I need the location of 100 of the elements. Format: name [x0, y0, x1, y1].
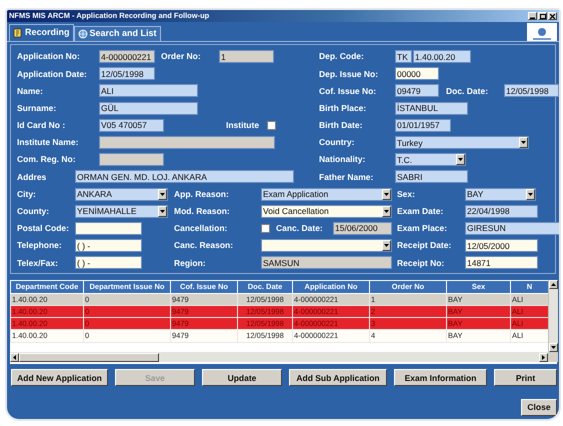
- input-field[interactable]: ( ) -: [75, 256, 142, 270]
- input-field[interactable]: 4-000000221: [99, 50, 155, 64]
- dropdown-arrow-icon: [521, 141, 526, 144]
- minimize-button[interactable]: [528, 12, 537, 20]
- field-label: Doc. Date:: [446, 86, 490, 96]
- field-label: Birth Place:: [319, 104, 368, 112]
- field-label: Postal Code:: [17, 224, 70, 233]
- dropdown-field[interactable]: BAY: [465, 188, 536, 201]
- field-label: Father Name:: [319, 172, 374, 182]
- field-label: Surname:: [17, 104, 58, 112]
- checkbox[interactable]: [267, 120, 276, 130]
- dropdown-arrow-icon: [160, 210, 165, 213]
- field-label: Nationality:: [319, 155, 366, 164]
- maximize-button[interactable]: [538, 12, 547, 20]
- field-label: Exam Place:: [397, 224, 448, 233]
- document-icon: [13, 28, 23, 38]
- action-button[interactable]: Exam Information: [394, 369, 487, 386]
- action-button[interactable]: Add Sub Application: [289, 369, 387, 386]
- field-label: App. Reason:: [174, 190, 230, 198]
- dropdown-field[interactable]: Void Cancellation: [261, 204, 392, 218]
- close-button[interactable]: [548, 12, 557, 20]
- maximize-icon: [540, 14, 546, 18]
- field-label: Region:: [174, 258, 207, 268]
- input-field[interactable]: 09479: [395, 84, 439, 98]
- dropdown-field[interactable]: Exam Application: [261, 188, 392, 201]
- horizontal-scrollbar[interactable]: [10, 352, 548, 362]
- input-field[interactable]: ( ) -: [75, 239, 142, 252]
- right-arrow-icon: [542, 354, 545, 360]
- input-field[interactable]: 1: [219, 50, 274, 64]
- input-field[interactable]: 12/05/1998: [99, 67, 155, 80]
- input-field[interactable]: [75, 222, 142, 235]
- input-field[interactable]: V05 470057: [99, 118, 164, 132]
- field-label: Mod. Reason:: [174, 207, 231, 216]
- tab[interactable]: Recording: [9, 24, 74, 41]
- input-field[interactable]: 12/05/2000: [465, 239, 538, 252]
- field-label: Cof. Issue No:: [319, 86, 378, 96]
- tab[interactable]: Search and List: [74, 26, 161, 41]
- field-label: Telephone:: [17, 241, 63, 250]
- input-field[interactable]: SAMSUN: [261, 256, 392, 270]
- field-label: Birth Date:: [319, 121, 364, 130]
- dropdown-field[interactable]: ANKARA: [75, 188, 168, 201]
- field-label: Application No:: [17, 52, 81, 61]
- action-button[interactable]: Update: [202, 369, 282, 386]
- field-label: Canc. Date:: [276, 224, 324, 233]
- field-label: Institute Name:: [17, 138, 80, 147]
- dropdown-arrow-icon: [458, 158, 463, 162]
- input-field[interactable]: GÜL: [99, 102, 198, 115]
- field-label: Country:: [319, 138, 356, 147]
- field-label: Dep. Issue No:: [319, 70, 380, 78]
- globe-icon: [78, 29, 88, 39]
- field-label: Telex/Fax:: [17, 258, 59, 268]
- close-button[interactable]: Close: [521, 399, 557, 416]
- scroll-thumb[interactable]: [19, 352, 159, 362]
- input-field[interactable]: 1.40.00.20: [413, 50, 471, 64]
- close-icon: [550, 14, 555, 18]
- field-label: Exam Date:: [397, 207, 444, 216]
- action-button[interactable]: Print: [494, 369, 557, 386]
- action-button[interactable]: Add New Application: [11, 369, 108, 386]
- field-label: Cancellation:: [174, 224, 228, 233]
- field-label: Addres: [17, 172, 48, 182]
- dropdown-arrow-icon: [384, 192, 389, 196]
- field-label: Canc. Reason:: [174, 241, 234, 250]
- input-field[interactable]: 22/04/1998: [465, 204, 538, 218]
- input-field[interactable]: 12/05/1998: [504, 84, 559, 98]
- dropdown-arrow-icon: [160, 192, 165, 196]
- input-field[interactable]: TK: [395, 50, 412, 64]
- down-arrow-icon: [551, 346, 556, 350]
- dropdown-field[interactable]: Turkey: [395, 136, 529, 150]
- input-field[interactable]: [99, 153, 164, 166]
- field-label: Name:: [17, 86, 44, 96]
- input-field[interactable]: [99, 136, 275, 150]
- input-field[interactable]: 14871: [465, 256, 538, 270]
- input-field[interactable]: ORMAN GEN. MD. LOJ. ANKARA: [75, 170, 294, 184]
- dropdown-field[interactable]: T.C.: [395, 153, 466, 166]
- input-field[interactable]: ALI: [99, 84, 198, 98]
- input-field[interactable]: İSTANBUL: [395, 102, 468, 115]
- checkbox[interactable]: [261, 224, 270, 233]
- field-label: Dep. Code:: [319, 52, 365, 61]
- input-field[interactable]: 00000: [395, 67, 439, 80]
- vertical-scrollbar[interactable]: [548, 280, 558, 352]
- field-label: Receipt No:: [397, 258, 446, 268]
- field-label: Application Date:: [17, 70, 88, 78]
- logo-drawing: [527, 22, 557, 40]
- field-label: Order No:: [161, 52, 202, 61]
- dropdown-field[interactable]: [261, 239, 392, 252]
- field-label: Id Card No :: [17, 121, 66, 130]
- field-label: City:: [17, 190, 37, 198]
- field-label: Receipt Date:: [397, 241, 452, 250]
- up-arrow-icon: [551, 283, 556, 286]
- input-field[interactable]: SABRI: [395, 170, 468, 184]
- dropdown-arrow-icon: [384, 244, 389, 248]
- field-label: Sex:: [397, 190, 416, 198]
- input-field[interactable]: GIRESUN: [465, 222, 559, 235]
- field-label: County:: [17, 207, 50, 216]
- input-field[interactable]: 15/06/2000: [333, 222, 392, 235]
- dropdown-arrow-icon: [384, 210, 389, 213]
- dropdown-field[interactable]: YENİMAHALLE: [75, 204, 168, 218]
- field-label: Com. Reg. No:: [17, 155, 77, 164]
- left-arrow-icon: [13, 354, 16, 360]
- input-field[interactable]: 01/01/1957: [395, 118, 451, 132]
